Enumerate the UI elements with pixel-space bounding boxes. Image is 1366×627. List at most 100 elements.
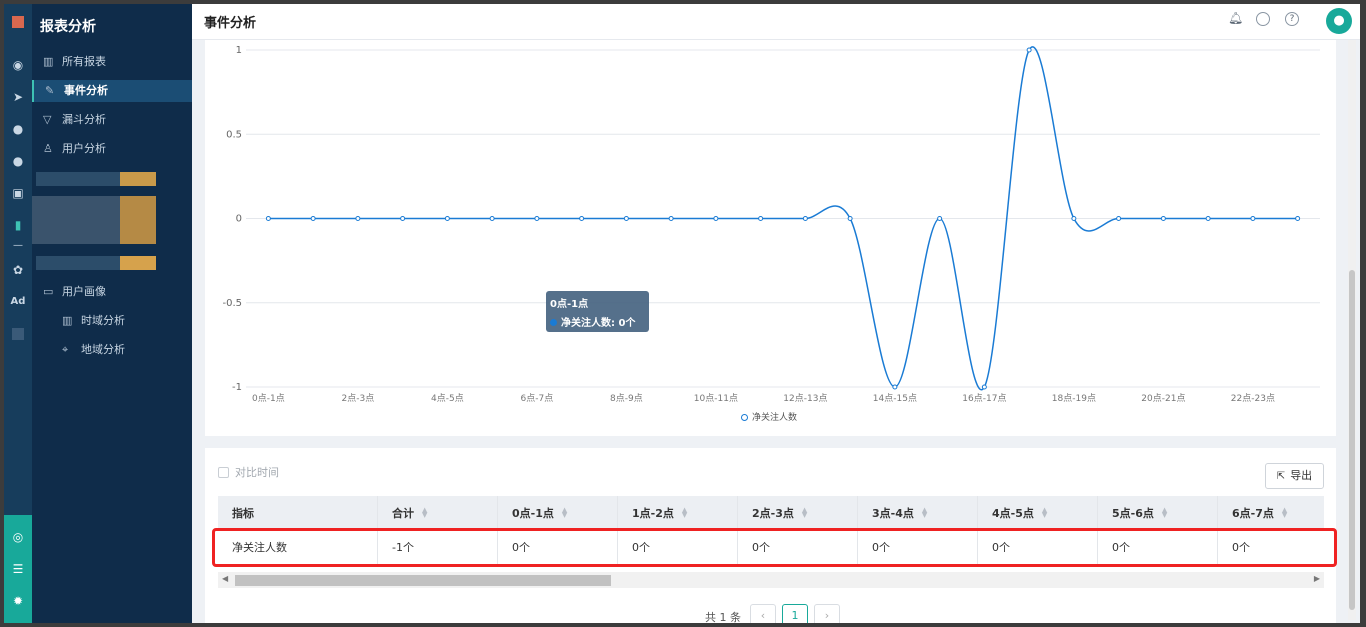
chart-tooltip: 0点-1点 净关注人数: 0个 (546, 291, 649, 332)
next-page-button[interactable]: › (814, 604, 840, 623)
redacted-item (120, 172, 156, 186)
avatar[interactable]: ● (1326, 8, 1352, 34)
user-icon: ♙ (43, 142, 53, 155)
sort-icon[interactable]: ▲ ▼ (922, 506, 927, 518)
column-header[interactable]: 4点-5点 ▲ ▼ (978, 496, 1098, 529)
y-tick-label: 1 (236, 45, 242, 56)
sidebar-item-all-reports[interactable]: ▥ 所有报表 (32, 51, 192, 73)
sort-icon[interactable]: ▲ ▼ (562, 506, 567, 518)
target-icon[interactable]: ◎ (10, 529, 26, 545)
horizontal-scrollbar[interactable]: ◀ ▶ (218, 572, 1324, 588)
checkbox-icon[interactable] (218, 467, 229, 478)
sidebar: 报表分析 ▥ 所有报表 ✎ 事件分析 ▽ 漏斗分析 ♙ 用户分析 ▭ 用户画像 … (32, 4, 192, 623)
sidebar-title: 报表分析 (40, 19, 96, 35)
square-icon[interactable] (12, 328, 24, 340)
sidebar-item-time-analysis[interactable]: ▥ 时域分析 (32, 310, 192, 332)
help-icon[interactable]: ? (1285, 12, 1299, 26)
redacted-item (36, 256, 120, 270)
rail-bottom-group: ◎ ☰ ✹ (4, 515, 32, 623)
column-header[interactable]: 合计 ▲ ▼ (378, 496, 498, 529)
bell-icon[interactable]: 🔔︎ (1228, 12, 1243, 26)
page-scrollbar[interactable] (1348, 40, 1356, 620)
list-icon[interactable]: ☰ (10, 561, 26, 577)
sort-icon[interactable]: ▲ ▼ (1162, 506, 1167, 518)
scroll-left-icon[interactable]: ◀ (222, 574, 228, 583)
dashboard-icon[interactable]: ◉ (10, 57, 26, 73)
pagination-total: 共 1 条 (705, 611, 741, 623)
column-header[interactable]: 1点-2点 ▲ ▼ (618, 496, 738, 529)
sort-icon[interactable]: ▲ ▼ (1282, 506, 1287, 518)
legend-label: 净关注人数 (752, 413, 798, 423)
sidebar-group-user-portrait[interactable]: ▭ 用户画像 (32, 281, 192, 303)
scroll-right-icon[interactable]: ▶ (1314, 574, 1320, 583)
settings-icon[interactable]: ✹ (10, 593, 26, 609)
sidebar-item-label: 所有报表 (62, 55, 106, 68)
sidebar-item-label: 用户分析 (62, 142, 106, 155)
sidebar-item-label: 用户画像 (62, 285, 106, 298)
x-tick-label: 20点-21点 (1141, 393, 1185, 404)
funnel-icon: ▽ (43, 113, 52, 126)
top-bar: 事件分析 🔔︎ ? ● (192, 4, 1360, 40)
sidebar-item-label: 地域分析 (81, 343, 125, 356)
wechat-icon[interactable]: ✿ (10, 262, 26, 278)
report-icon[interactable]: ▮ (10, 217, 26, 233)
sort-icon[interactable]: ▲ ▼ (1042, 506, 1047, 518)
redacted-item (120, 256, 156, 270)
scrollbar-thumb[interactable] (235, 575, 611, 586)
send-icon[interactable]: ➤ (10, 89, 26, 105)
tooltip-line: 净关注人数: 0个 (550, 314, 645, 329)
data-point (668, 216, 674, 221)
sidebar-item-label: 漏斗分析 (62, 113, 106, 126)
export-button[interactable]: ⇱ 导出 (1265, 463, 1324, 489)
x-tick-label: 22点-23点 (1231, 393, 1275, 404)
user-icon[interactable]: ● (10, 121, 26, 137)
compare-time-checkbox[interactable]: 对比时间 (218, 464, 279, 480)
sidebar-item-event-analysis[interactable]: ✎ 事件分析 (32, 80, 192, 102)
prev-page-button[interactable]: ‹ (750, 604, 776, 623)
column-header[interactable]: 3点-4点 ▲ ▼ (858, 496, 978, 529)
edit-icon: ✎ (45, 84, 55, 97)
divider-icon: — (13, 240, 23, 251)
legend-marker-icon (741, 414, 748, 421)
data-point (713, 216, 719, 221)
chart-card: 1 0.5 0 -0.5 -1 0点-1点 2点-3点 4点-5点 6点-7点 8点-9点 10点-… (205, 40, 1336, 436)
sidebar-item-label: 事件分析 (64, 84, 108, 97)
sort-icon[interactable]: ▲ ▼ (802, 506, 807, 518)
data-point (1026, 47, 1032, 53)
sort-icon[interactable]: ▲ ▼ (422, 506, 427, 518)
data-point (892, 384, 898, 390)
column-header[interactable]: 2点-3点 ▲ ▼ (738, 496, 858, 529)
data-point (265, 216, 271, 221)
sidebar-item-user-analysis[interactable]: ♙ 用户分析 (32, 138, 192, 160)
page-scrollbar-thumb[interactable] (1349, 270, 1355, 610)
column-header[interactable]: 0点-1点 ▲ ▼ (498, 496, 618, 529)
highlight-box (212, 528, 1337, 567)
y-tick-label: -0.5 (222, 298, 242, 309)
column-header-label: 4点-5点 (992, 506, 1034, 520)
column-header[interactable]: 5点-6点 ▲ ▼ (1098, 496, 1218, 529)
map-pin-icon: ⌖ (62, 343, 69, 356)
x-tick-label: 6点-7点 (521, 393, 554, 404)
users-icon[interactable]: ● (10, 153, 26, 169)
table-header-row: 指标 合计 ▲ ▼ 0点-1点 ▲ ▼ 1点-2点 ▲ ▼ 2点-3点 ▲ ▼ 3点-4点 ▲ ▼ 4点-5点 ▲… (218, 496, 1324, 529)
y-tick-label: -1 (232, 382, 242, 393)
column-header[interactable]: 6点-7点 ▲ ▼ (1218, 496, 1324, 529)
data-point (623, 216, 629, 221)
sidebar-item-region-analysis[interactable]: ⌖ 地域分析 (32, 339, 192, 361)
bookmark-icon[interactable]: ▣ (10, 185, 26, 201)
ad-icon[interactable]: Ad (10, 294, 26, 310)
logo-icon (12, 16, 24, 28)
x-tick-label: 8点-9点 (610, 393, 643, 404)
chart-legend[interactable]: 净关注人数 (741, 410, 797, 423)
message-icon[interactable] (1256, 12, 1270, 26)
sidebar-item-funnel-analysis[interactable]: ▽ 漏斗分析 (32, 109, 192, 131)
x-tick-label: 14点-15点 (873, 393, 917, 404)
page-button-current[interactable]: 1 (782, 604, 808, 623)
x-tick-label: 10点-11点 (694, 393, 738, 404)
export-icon: ⇱ (1276, 471, 1286, 482)
sort-icon[interactable]: ▲ ▼ (682, 506, 687, 518)
column-header-label: 指标 (232, 506, 254, 520)
folder-icon: ▭ (43, 285, 54, 298)
column-header-label: 3点-4点 (872, 506, 914, 520)
export-label: 导出 (1290, 469, 1313, 482)
